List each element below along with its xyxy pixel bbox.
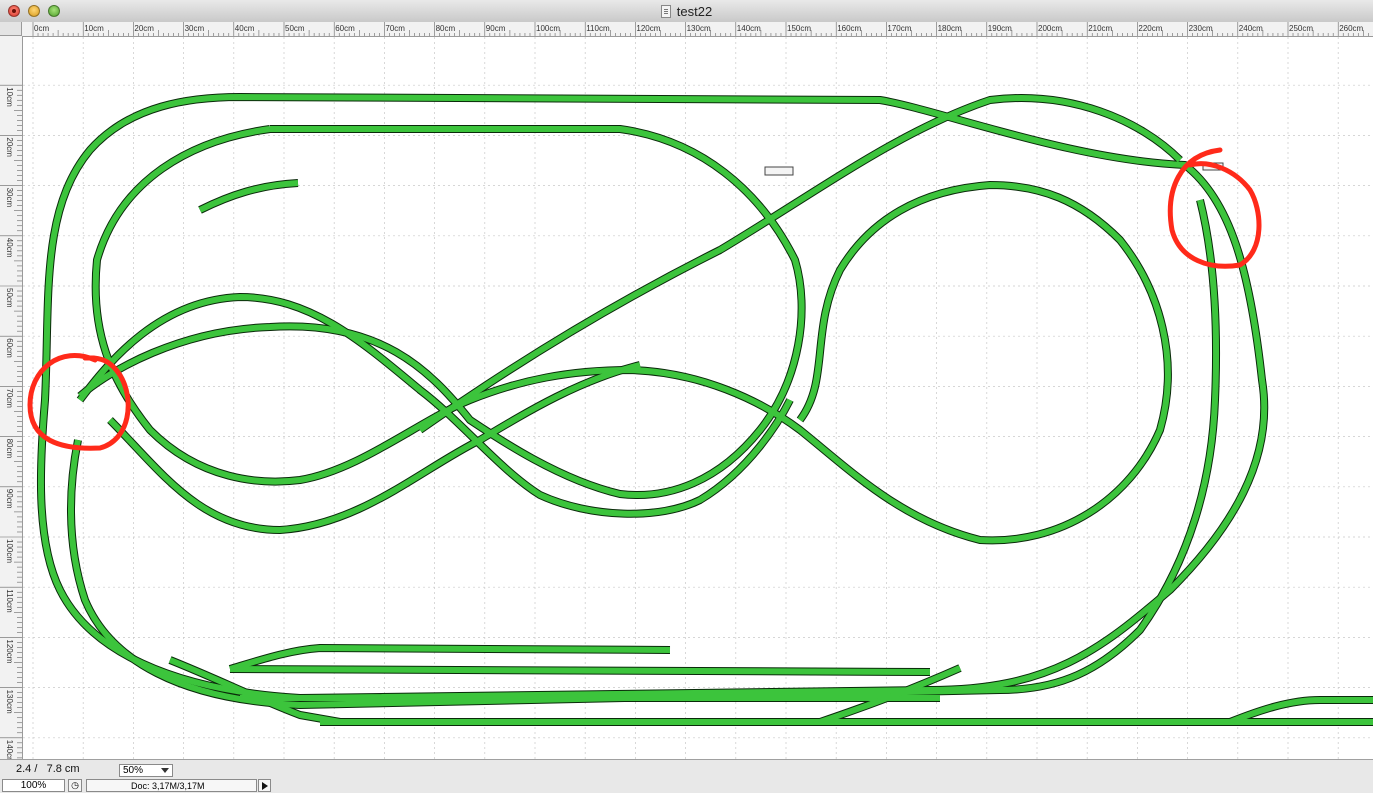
- h-ruler-label: 200cm: [1038, 24, 1062, 33]
- zoom-select-value: 50%: [123, 765, 144, 776]
- cursor-coordinates: 2.4 / 7.8 cm: [16, 763, 80, 775]
- track-inner-oval-edge: [77, 125, 806, 499]
- ruler-corner: [0, 22, 22, 36]
- h-ruler-label: 170cm: [887, 24, 911, 33]
- track-second-outer-edge: [67, 199, 1221, 709]
- vertical-ruler-scale: 10cm 20cm 30cm 40cm 50cm 60cm 70cm 80cm 90cm 100c…: [0, 84, 22, 759]
- v-ruler-label: 80cm: [5, 439, 14, 459]
- h-ruler-label: 190cm: [988, 24, 1012, 33]
- v-ruler-label: 100cm: [5, 539, 14, 563]
- h-ruler-label: 30cm: [185, 24, 205, 33]
- vertical-ruler[interactable]: 10cm 20cm 30cm 40cm 50cm 60cm 70cm 80cm 90cm 100c…: [0, 36, 23, 759]
- v-ruler-label: 140cm: [5, 740, 14, 759]
- v-ruler-label: 50cm: [5, 288, 14, 308]
- h-ruler-label: 220cm: [1138, 24, 1162, 33]
- v-ruler-label: 40cm: [5, 238, 14, 258]
- h-ruler-label: 180cm: [938, 24, 962, 33]
- annotation-circle-right: [1167, 147, 1262, 269]
- title-bar[interactable]: test22: [0, 0, 1373, 23]
- track-figure-eight[interactable]: [77, 294, 793, 517]
- v-ruler-label: 10cm: [5, 87, 14, 107]
- h-ruler-label: 230cm: [1189, 24, 1213, 33]
- v-ruler-label: 130cm: [5, 690, 14, 714]
- h-ruler-label: 90cm: [486, 24, 506, 33]
- track-outer-loop-edge: [36, 93, 1269, 702]
- h-ruler-label: 210cm: [1088, 24, 1112, 33]
- h-ruler-label: 0cm: [34, 24, 49, 33]
- v-ruler-label: 110cm: [5, 589, 14, 613]
- app-window: test22 0cm 10cm 20cm 30cm 40cm 50cm 60cm 70cm 80…: [0, 0, 1373, 793]
- h-ruler-label: 160cm: [837, 24, 861, 33]
- title-group: test22: [0, 0, 1373, 22]
- h-ruler-label: 130cm: [687, 24, 711, 33]
- status-bar: 2.4 / 7.8 cm 50% 100% ◷ Doc: 3,17M/3,17M: [0, 759, 1373, 793]
- h-ruler-label: 110cm: [586, 24, 610, 33]
- h-ruler-label: 40cm: [235, 24, 255, 33]
- chevron-down-icon: [161, 768, 169, 773]
- h-ruler-label: 140cm: [737, 24, 761, 33]
- zoom-select[interactable]: 50%: [119, 764, 173, 777]
- layout-canvas[interactable]: [23, 37, 1373, 759]
- h-ruler-label: 80cm: [436, 24, 456, 33]
- h-ruler-label: 240cm: [1239, 24, 1263, 33]
- horizontal-ruler-scale: 0cm 10cm 20cm 30cm 40cm 50cm 60cm 70cm 80cm 90cm 1…: [32, 22, 1369, 36]
- v-ruler-label: 90cm: [5, 489, 14, 509]
- h-ruler-label: 10cm: [84, 24, 104, 33]
- buffer-stop[interactable]: [764, 166, 794, 176]
- window-title: test22: [676, 3, 713, 19]
- v-ruler-label: 60cm: [5, 338, 14, 358]
- track-inner-oval[interactable]: [78, 126, 805, 498]
- v-ruler-label: 120cm: [5, 639, 14, 663]
- h-ruler-label: 150cm: [787, 24, 811, 33]
- zoom-options-icon[interactable]: ◷: [68, 779, 82, 792]
- v-ruler-label: 70cm: [5, 388, 14, 408]
- document-icon: [660, 4, 671, 18]
- zoom-field[interactable]: 100%: [2, 779, 65, 792]
- document-size: Doc: 3,17M/3,17M: [86, 779, 257, 792]
- h-ruler-label: 260cm: [1339, 24, 1363, 33]
- h-ruler-label: 250cm: [1289, 24, 1313, 33]
- h-ruler-label: 100cm: [536, 24, 560, 33]
- h-ruler-label: 60cm: [335, 24, 355, 33]
- h-ruler-label: 70cm: [385, 24, 405, 33]
- yard-line-1[interactable]: [229, 666, 931, 675]
- v-ruler-label: 30cm: [5, 188, 14, 208]
- track-second-outer[interactable]: [68, 199, 1220, 708]
- track-plan[interactable]: [23, 37, 1373, 759]
- h-ruler-label: 20cm: [134, 24, 154, 33]
- play-icon[interactable]: [258, 779, 271, 792]
- horizontal-ruler[interactable]: 0cm 10cm 20cm 30cm 40cm 50cm 60cm 70cm 80cm 90cm 1…: [22, 22, 1373, 37]
- h-ruler-label: 50cm: [285, 24, 305, 33]
- h-ruler-label: 120cm: [636, 24, 660, 33]
- track-outer-loop[interactable]: [37, 94, 1268, 701]
- v-ruler-label: 20cm: [5, 137, 14, 157]
